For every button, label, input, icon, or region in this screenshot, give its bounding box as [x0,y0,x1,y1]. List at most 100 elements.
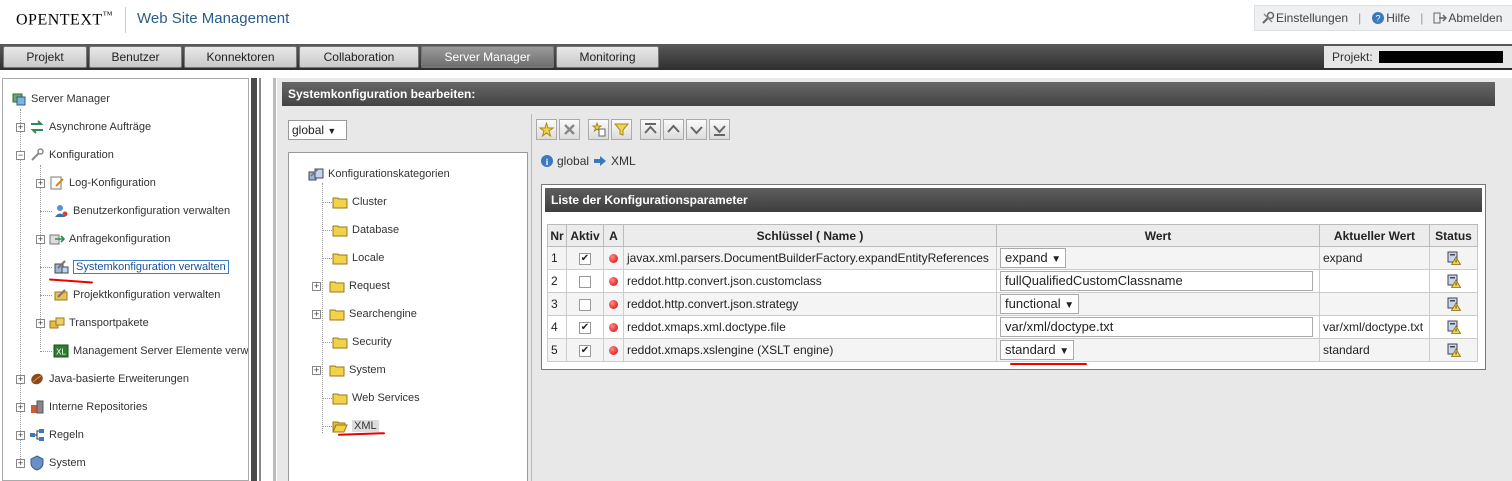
move-bottom-button[interactable] [709,118,730,140]
value-dropdown[interactable]: standard ▼ [1000,340,1075,360]
category-label: Database [352,224,400,236]
tab-collaboration[interactable]: Collaboration [299,46,419,68]
move-down-button[interactable] [686,118,707,140]
active-checkbox[interactable]: ✔ [579,321,591,334]
status-warning-icon[interactable] [1447,320,1461,335]
help-link[interactable]: ? Hilfe [1365,11,1416,25]
expand-toggle[interactable]: + [16,374,25,384]
expand-toggle[interactable]: + [16,402,25,412]
expand-toggle[interactable]: + [16,122,25,132]
table-row[interactable]: 1 ✔ javax.xml.parsers.DocumentBuilderFacto… [547,246,1478,270]
value-input[interactable]: var/xml/doctype.txt [1000,317,1313,337]
expand-toggle[interactable]: + [36,318,45,328]
expand-toggle[interactable]: + [16,458,25,468]
category-request[interactable]: + Request [312,277,390,295]
main-content: Systemkonfiguration bearbeiten: global ▼… [277,78,1512,481]
col-aktiv: Aktiv [566,224,604,247]
tree-item-systemkonfiguration[interactable]: Systemkonfiguration verwalten [53,258,229,276]
table-row[interactable]: 3 reddot.http.convert.json.strategy functi… [547,292,1478,316]
cell-status [1429,269,1478,293]
category-security[interactable]: Security [332,333,392,351]
project-indicator: Projekt: [1324,46,1512,68]
category-searchengine[interactable]: + Searchengine [312,305,417,323]
move-up-button[interactable] [663,118,684,140]
category-label: Searchengine [349,308,417,320]
logout-icon [1433,12,1448,24]
tree-item-label: Management Server Elemente verwa [73,345,249,357]
cell-a [603,269,624,293]
value-dropdown[interactable]: expand ▼ [1000,248,1067,268]
tree-item-konfiguration[interactable]: − Konfiguration [16,146,114,164]
filter-button[interactable] [611,118,632,140]
logout-link[interactable]: Abmelden [1427,11,1508,25]
category-locale[interactable]: Locale [332,249,384,267]
tab-server-manager[interactable]: Server Manager [421,46,554,68]
value-text: functional [1005,296,1061,311]
tree-item-benutzerkonfiguration[interactable]: Benutzerkonfiguration verwalten [53,202,230,220]
tree-connector [322,258,332,259]
folder-icon [332,225,348,237]
move-top-icon [644,122,657,134]
request-config-icon [49,234,65,245]
collapse-toggle[interactable]: − [16,150,25,160]
expand-toggle[interactable]: + [312,309,321,319]
status-warning-icon[interactable] [1447,343,1461,358]
tree-item-log-konfiguration[interactable]: + Log-Konfiguration [36,174,156,192]
active-checkbox[interactable] [579,298,591,311]
tree-item-interne-repositories[interactable]: + Interne Repositories [16,398,147,416]
table-row[interactable]: 4 ✔ reddot.xmaps.xml.doctype.file var/xml/d… [547,315,1478,339]
tree-item-java-erweiterungen[interactable]: + Java-basierte Erweiterungen [16,370,189,388]
value-input[interactable]: fullQualifiedCustomClassname [1000,271,1313,291]
tree-connector [322,342,332,343]
tree-connector [322,426,332,427]
excel-sheet-icon: XL [53,344,69,358]
tree-root-server-manager[interactable]: Server Manager [11,90,110,108]
status-warning-icon[interactable] [1447,297,1461,312]
tab-monitoring[interactable]: Monitoring [556,46,659,68]
expand-toggle[interactable]: + [16,430,25,440]
pane-splitter[interactable] [249,78,277,481]
tab-benutzer[interactable]: Benutzer [89,46,182,68]
expand-toggle[interactable]: + [312,365,321,375]
category-root[interactable]: Konfigurationskategorien [308,165,450,183]
red-status-dot-icon [609,254,618,264]
category-web-services[interactable]: Web Services [332,389,420,407]
expand-toggle[interactable]: + [312,281,321,291]
active-checkbox[interactable]: ✔ [579,344,591,357]
tree-item-asynchrone-auftraege[interactable]: + Asynchrone Aufträge [16,118,151,136]
expand-toggle[interactable]: + [36,234,45,244]
tree-item-regeln[interactable]: + Regeln [16,426,84,444]
cell-wert: var/xml/doctype.txt [996,315,1320,339]
scope-dropdown[interactable]: global ▼ [288,120,347,140]
tree-connector [322,398,332,399]
tree-item-anfragekonfiguration[interactable]: + Anfragekonfiguration [36,230,171,248]
tree-connector [40,295,52,296]
new-parameter-button[interactable] [536,118,557,140]
delete-parameter-button[interactable] [559,118,580,140]
breadcrumb-scope[interactable]: global [557,154,589,168]
tree-item-system[interactable]: + System [16,454,86,472]
cell-nr: 5 [547,338,567,362]
table-row[interactable]: 2 reddot.http.convert.json.customclass ful… [547,269,1478,293]
tree-item-management-server-elemente[interactable]: XL Management Server Elemente verwa [53,342,249,360]
move-top-button[interactable] [640,118,661,140]
category-cluster[interactable]: Cluster [332,193,387,211]
status-warning-icon[interactable] [1447,274,1461,289]
active-checkbox[interactable]: ✔ [579,252,591,265]
settings-link[interactable]: Einstellungen [1255,11,1354,25]
tree-item-label: Interne Repositories [49,401,148,413]
cell-nr: 2 [547,269,567,293]
cell-nr: 3 [547,292,567,316]
tab-konnektoren[interactable]: Konnektoren [184,46,297,68]
tree-item-transportpakete[interactable]: + Transportpakete [36,314,149,332]
active-checkbox[interactable] [579,275,591,288]
tree-item-projektkonfiguration[interactable]: Projektkonfiguration verwalten [53,286,220,304]
category-database[interactable]: Database [332,221,399,239]
value-dropdown[interactable]: functional ▼ [1000,294,1080,314]
table-row[interactable]: 5 ✔ reddot.xmaps.xslengine (XSLT engine) st… [547,338,1478,362]
tab-projekt[interactable]: Projekt [3,46,87,68]
category-system[interactable]: + System [312,361,386,379]
expand-toggle[interactable]: + [36,178,45,188]
status-warning-icon[interactable] [1447,251,1461,266]
edit-parameter-button[interactable] [588,118,609,140]
